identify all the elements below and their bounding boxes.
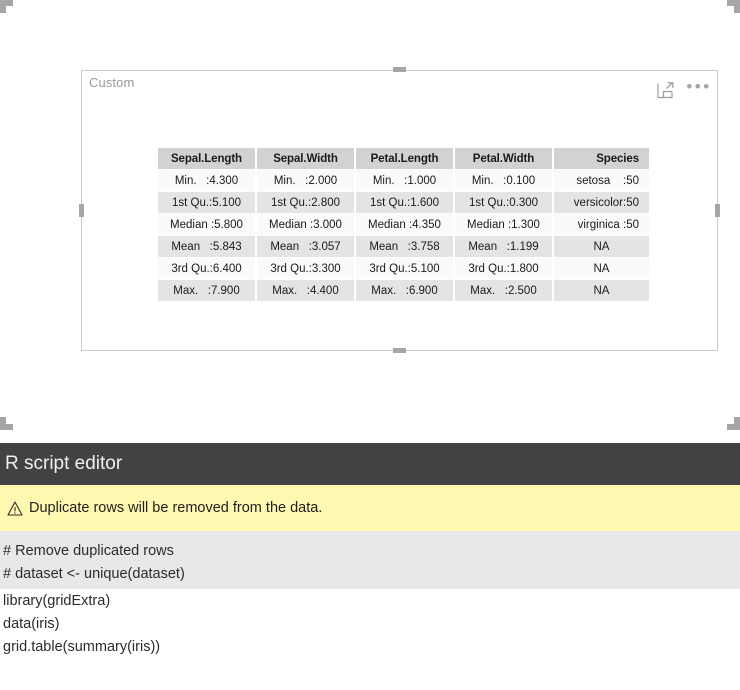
table-cell: NA <box>554 258 649 279</box>
r-script-editor-header: R script editor <box>0 443 740 485</box>
code-line[interactable]: grid.table(summary(iris)) <box>0 636 740 659</box>
table-cell: NA <box>554 236 649 257</box>
report-canvas: Custom ••• Sepal.Length Sepal.Width Peta… <box>0 0 740 430</box>
table-cell: versicolor:50 <box>554 192 649 213</box>
warning-message: Duplicate rows will be removed from the … <box>29 500 323 516</box>
table-cell: Max. :4.400 <box>257 280 354 301</box>
r-script-editor-title: R script editor <box>5 453 123 474</box>
table-header-cell: Species <box>554 148 649 169</box>
table-row: 3rd Qu.:6.400 3rd Qu.:3.300 3rd Qu.:5.10… <box>158 258 649 279</box>
table-cell: NA <box>554 280 649 301</box>
resize-handle-top[interactable] <box>393 67 406 72</box>
table-cell: Median :5.800 <box>158 214 255 235</box>
code-line: # dataset <- unique(dataset) <box>3 566 185 582</box>
table-row: Max. :7.900 Max. :4.400 Max. :6.900 Max.… <box>158 280 649 301</box>
table-cell: Mean :3.057 <box>257 236 354 257</box>
table-cell: 1st Qu.:5.100 <box>158 192 255 213</box>
resize-handle-bottom-right[interactable] <box>0 48 740 430</box>
table-header-cell: Sepal.Length <box>158 148 255 169</box>
table-cell: Mean :1.199 <box>455 236 552 257</box>
warning-triangle-icon <box>4 497 26 519</box>
table-cell: Min. :2.000 <box>257 170 354 191</box>
code-line[interactable]: data(iris) <box>0 613 740 636</box>
resize-handle-right[interactable] <box>715 204 720 217</box>
visual-header-icons: ••• <box>655 77 709 103</box>
r-summary-table: Sepal.Length Sepal.Width Petal.Length Pe… <box>156 147 651 302</box>
more-options-icon[interactable]: ••• <box>686 77 709 103</box>
focus-mode-icon[interactable] <box>655 80 675 100</box>
r-code-readonly-block: # Remove duplicated rows # dataset <- un… <box>0 531 740 589</box>
table-header-cell: Sepal.Width <box>257 148 354 169</box>
table-row: Mean :5.843 Mean :3.057 Mean :3.758 Mean… <box>158 236 649 257</box>
table-cell: virginica :50 <box>554 214 649 235</box>
table-header-cell: Petal.Length <box>356 148 453 169</box>
table-cell: 1st Qu.:2.800 <box>257 192 354 213</box>
r-code-editable-block[interactable]: library(gridExtra) data(iris) grid.table… <box>0 589 740 659</box>
table-cell: Min. :0.100 <box>455 170 552 191</box>
table-header-row: Sepal.Length Sepal.Width Petal.Length Pe… <box>158 148 649 169</box>
table-row: 1st Qu.:5.100 1st Qu.:2.800 1st Qu.:1.60… <box>158 192 649 213</box>
r-code-area[interactable]: # Remove duplicated rows # dataset <- un… <box>0 531 740 690</box>
resize-handle-bottom[interactable] <box>393 348 406 353</box>
table-cell: 1st Qu.:0.300 <box>455 192 552 213</box>
resize-handle-top-left[interactable] <box>0 0 16 16</box>
resize-handle-top-right[interactable] <box>0 0 740 32</box>
table-cell: setosa :50 <box>554 170 649 191</box>
table-cell: Median :3.000 <box>257 214 354 235</box>
table-cell: Mean :5.843 <box>158 236 255 257</box>
code-line: # Remove duplicated rows <box>3 543 174 559</box>
table-cell: 3rd Qu.:6.400 <box>158 258 255 279</box>
table-cell: Max. :6.900 <box>356 280 453 301</box>
table-cell: 3rd Qu.:5.100 <box>356 258 453 279</box>
duplicate-rows-warning-banner: Duplicate rows will be removed from the … <box>0 485 740 531</box>
resize-handle-left[interactable] <box>79 204 84 217</box>
table-cell: 3rd Qu.:3.300 <box>257 258 354 279</box>
table-row: Min. :4.300 Min. :2.000 Min. :1.000 Min.… <box>158 170 649 191</box>
table-cell: Min. :1.000 <box>356 170 453 191</box>
table-cell: Mean :3.758 <box>356 236 453 257</box>
table-cell: Max. :7.900 <box>158 280 255 301</box>
custom-r-visual[interactable]: Custom ••• Sepal.Length Sepal.Width Peta… <box>81 70 718 351</box>
table-cell: 3rd Qu.:1.800 <box>455 258 552 279</box>
code-line[interactable]: library(gridExtra) <box>0 590 740 613</box>
table-cell: Max. :2.500 <box>455 280 552 301</box>
table-cell: Median :4.350 <box>356 214 453 235</box>
visual-title: Custom <box>89 75 135 90</box>
table-header-cell: Petal.Width <box>455 148 552 169</box>
table-cell: Min. :4.300 <box>158 170 255 191</box>
r-script-editor-pane: R script editor Duplicate rows will be r… <box>0 443 740 690</box>
table-cell: 1st Qu.:1.600 <box>356 192 453 213</box>
table-row: Median :5.800 Median :3.000 Median :4.35… <box>158 214 649 235</box>
resize-handle-bottom-left[interactable] <box>0 32 16 430</box>
table-cell: Median :1.300 <box>455 214 552 235</box>
